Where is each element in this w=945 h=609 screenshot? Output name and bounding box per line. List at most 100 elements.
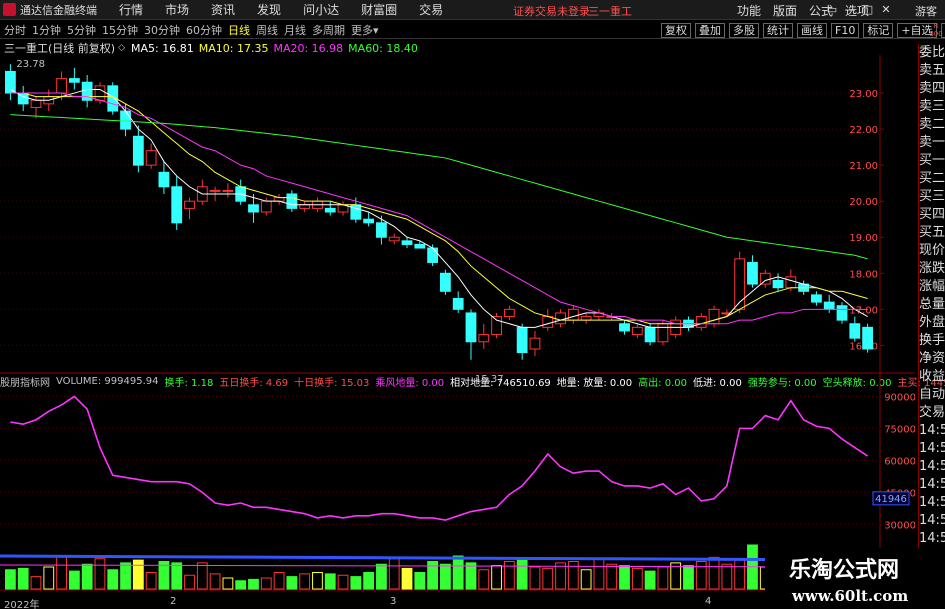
candle-body — [324, 207, 336, 213]
r300-badge[interactable]: R 300 — [929, 22, 943, 38]
menu-item-1[interactable]: 市场 — [165, 1, 189, 18]
ma-label-2: MA20: 16.98 — [273, 41, 344, 55]
toolbar-button-0[interactable]: 复权 — [661, 22, 691, 38]
volume-tick-label: 60000 — [884, 456, 915, 467]
side-item-21[interactable]: 14:56 — [919, 422, 945, 440]
period-tab-8[interactable]: 月线 — [284, 22, 306, 38]
toolbar-button-6[interactable]: 标记 — [863, 22, 894, 38]
chart-toolbar: 复权叠加多股统计画线F10标记+自选返回 — [661, 21, 945, 39]
window-control-0[interactable]: ▭ — [826, 3, 838, 16]
period-tab-0[interactable]: 分时 — [4, 22, 26, 38]
login-status[interactable]: 证券交易未登录 — [513, 3, 590, 19]
menu-item-0[interactable]: 行情 — [119, 1, 143, 18]
period-tab-9[interactable]: 多周期 — [312, 22, 345, 38]
side-item-19[interactable]: 自动 — [919, 386, 945, 404]
toolbar-button-1[interactable]: 叠加 — [695, 22, 725, 38]
side-item-23[interactable]: 14:56 — [919, 458, 945, 476]
side-item-8[interactable]: 买三 — [919, 188, 945, 206]
side-item-18[interactable]: 收益 — [919, 368, 945, 386]
candle-body — [401, 240, 413, 245]
right-menu-item-0[interactable]: 功能 — [737, 2, 761, 19]
period-tab-2[interactable]: 5分钟 — [67, 22, 96, 38]
side-item-20[interactable]: 交易 — [919, 404, 945, 422]
volume-tick-label: 75000 — [884, 424, 915, 435]
volume-bar — [299, 573, 311, 590]
toolbar-button-5[interactable]: F10 — [831, 22, 860, 38]
candle-body — [376, 222, 387, 238]
price-tick-label: 21.00 — [849, 161, 878, 172]
period-tab-1[interactable]: 1分钟 — [32, 22, 61, 38]
toolbar-button-4[interactable]: 画线 — [797, 22, 827, 38]
x-axis-label-1: 2 — [170, 596, 177, 607]
menu-item-5[interactable]: 财富圈 — [361, 1, 397, 18]
volume-bar — [337, 574, 349, 590]
period-tab-5[interactable]: 60分钟 — [186, 22, 222, 38]
volume-bar — [478, 569, 490, 590]
side-item-10[interactable]: 买五 — [919, 224, 945, 242]
menu-item-3[interactable]: 发现 — [257, 1, 281, 18]
candle-body — [849, 323, 861, 339]
guest-user-label[interactable]: 游客 — [915, 3, 937, 19]
side-item-6[interactable]: 买一 — [919, 152, 945, 170]
volume-bar — [683, 565, 694, 590]
candle-body — [260, 200, 272, 213]
side-item-12[interactable]: 涨跌 — [919, 260, 945, 278]
candle-body — [811, 294, 822, 303]
side-item-15[interactable]: 外盘 — [919, 314, 945, 332]
volume-bar — [107, 569, 119, 590]
volume-bar — [184, 574, 195, 590]
side-item-17[interactable]: 净资 — [919, 350, 945, 368]
indicator-settings-icon[interactable]: ◇ — [118, 43, 125, 53]
volume-bar — [567, 561, 579, 590]
toolbar-button-3[interactable]: 统计 — [763, 22, 793, 38]
side-item-4[interactable]: 卖二 — [919, 116, 945, 134]
x-axis-label-2: 3 — [390, 596, 397, 607]
menu-item-4[interactable]: 问小达 — [303, 1, 339, 18]
side-item-24[interactable]: 14:56 — [919, 476, 945, 494]
x-axis-label-3: 4 — [705, 596, 712, 607]
volume-bar — [657, 566, 669, 590]
side-item-13[interactable]: 涨幅 — [919, 278, 945, 296]
side-item-16[interactable]: 换手 — [919, 332, 945, 350]
volume-bar — [312, 572, 323, 590]
period-tab-10[interactable]: 更多▾ — [351, 22, 379, 38]
menu-item-2[interactable]: 资讯 — [211, 1, 235, 18]
turnover-line — [10, 395, 869, 521]
side-item-14[interactable]: 总量 — [919, 296, 945, 314]
right-menu-item-1[interactable]: 版面 — [773, 2, 797, 19]
side-item-5[interactable]: 卖一 — [919, 134, 945, 152]
window-control-2[interactable]: □ — [862, 3, 874, 16]
volume-bar — [171, 562, 183, 590]
side-item-27[interactable]: 14:56 — [919, 530, 945, 548]
volume-bar — [452, 555, 464, 590]
side-item-3[interactable]: 卖三 — [919, 98, 945, 116]
side-item-2[interactable]: 卖四 — [919, 80, 945, 98]
side-item-1[interactable]: 卖五 — [919, 62, 945, 80]
window-control-1[interactable]: — — [844, 3, 856, 16]
window-control-3[interactable]: ✕ — [880, 3, 892, 16]
candle-body — [772, 279, 784, 289]
main-menu: 行情 市场 资讯 发现 问小达 财富圈 交易 — [108, 0, 454, 20]
period-tab-3[interactable]: 15分钟 — [102, 22, 138, 38]
side-item-22[interactable]: 14:56 — [919, 440, 945, 458]
period-tab-4[interactable]: 30分钟 — [144, 22, 180, 38]
candle-body — [184, 200, 195, 209]
candle-body — [747, 261, 758, 285]
period-tab-7[interactable]: 周线 — [256, 22, 278, 38]
side-item-7[interactable]: 买二 — [919, 170, 945, 188]
menu-item-6[interactable]: 交易 — [419, 1, 443, 18]
period-tab-6[interactable]: 日线 — [228, 22, 250, 38]
volume-bar — [68, 570, 80, 590]
candle-body — [158, 171, 170, 188]
side-item-26[interactable]: 14:56 — [919, 512, 945, 530]
side-item-25[interactable]: 14:56 — [919, 494, 945, 512]
side-item-0[interactable]: 委比 — [919, 44, 945, 62]
side-item-11[interactable]: 现价 — [919, 242, 945, 260]
candle-body — [56, 78, 67, 94]
chart-area[interactable]: 23.0022.0021.0020.0019.0018.0017.0016.00… — [0, 55, 915, 609]
toolbar-button-2[interactable]: 多股 — [729, 22, 759, 38]
r300-top: R — [933, 22, 939, 30]
side-item-9[interactable]: 买四 — [919, 206, 945, 224]
low-annotation: 15.37 — [475, 374, 504, 385]
candle-body — [491, 316, 502, 336]
